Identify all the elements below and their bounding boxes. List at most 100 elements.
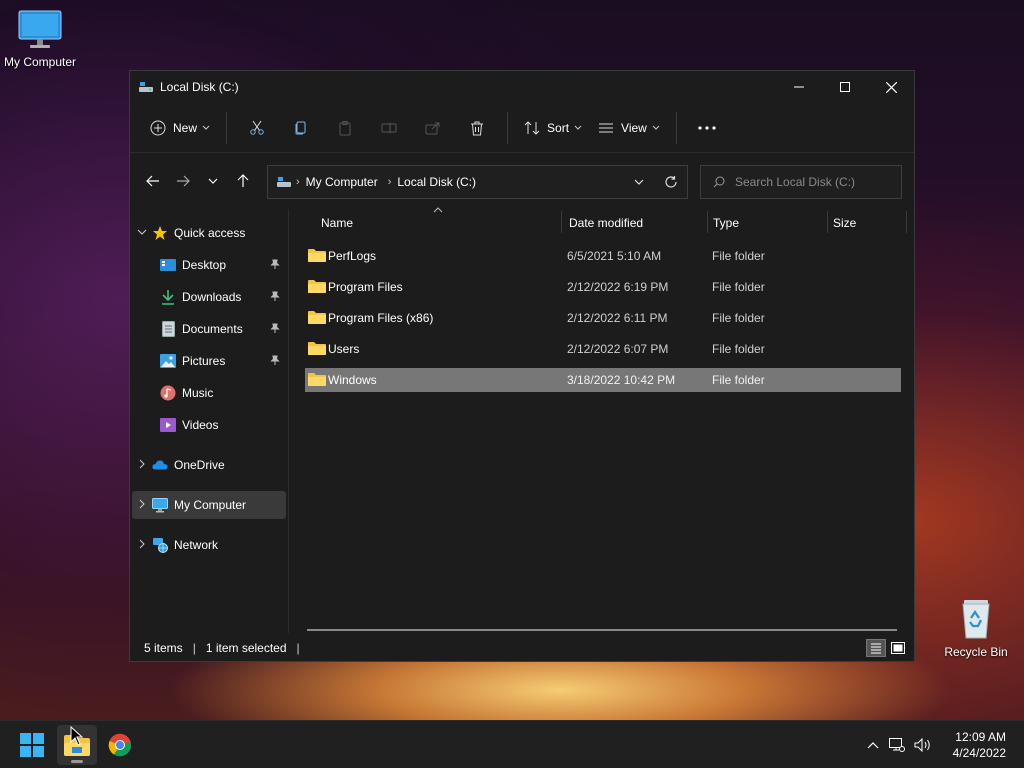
table-row[interactable]: Users 2/12/2022 6:07 PM File folder [305,337,901,361]
breadcrumb-separator: › [296,176,300,188]
volume-button[interactable] [910,738,936,752]
column-divider[interactable] [827,211,828,233]
column-divider[interactable] [906,211,907,233]
share-icon [425,122,440,134]
windows-logo-icon [20,733,44,757]
desktop-recycle-bin[interactable]: Recycle Bin [936,596,1016,659]
window-title: Local Disk (C:) [160,80,239,94]
column-divider[interactable] [561,211,562,233]
arrow-up-icon [237,174,249,187]
refresh-button[interactable] [655,166,687,198]
address-bar[interactable]: › My Computer › Local Disk (C:) [267,165,688,199]
pin-icon[interactable] [270,323,280,333]
column-header-type[interactable]: Type [713,216,739,230]
address-dropdown-button[interactable] [623,166,655,198]
table-row[interactable]: Program Files (x86) 2/12/2022 6:11 PM Fi… [305,306,901,330]
maximize-icon [840,82,850,92]
folder-icon [308,249,326,262]
desktop-my-computer[interactable]: My Computer [0,10,80,69]
status-separator: | [192,641,196,655]
back-button[interactable] [138,166,168,196]
title-bar[interactable]: Local Disk (C:) [130,71,914,103]
selection-count: 1 item selected [205,641,287,655]
network-status-button[interactable] [884,738,910,752]
breadcrumb-local-disk[interactable]: Local Disk (C:) [397,175,476,189]
view-button[interactable]: View [590,112,668,144]
folder-icon [308,373,326,386]
expand-chevron-icon[interactable] [132,539,152,552]
taskbar-chrome[interactable] [100,725,140,765]
sidebar-item-music[interactable]: Music [132,379,286,407]
column-header-date[interactable]: Date modified [569,216,643,230]
sidebar-item-quick-access[interactable]: Quick access [132,219,286,247]
search-box[interactable] [700,165,902,199]
column-header-name[interactable]: Name [321,216,353,230]
sidebar-item-downloads[interactable]: Downloads [132,283,286,311]
sort-button[interactable]: Sort [516,112,590,144]
file-name: PerfLogs [328,249,377,263]
table-row[interactable]: PerfLogs 6/5/2021 5:10 AM File folder [305,244,901,268]
large-icons-view-button[interactable] [888,639,908,657]
file-date: 2/12/2022 6:07 PM [567,342,669,356]
sidebar-item-onedrive[interactable]: OneDrive [132,451,286,479]
clock[interactable]: 12:09 AM 4/24/2022 [953,729,1006,761]
cut-button[interactable] [241,112,273,144]
command-bar: New Sort View [130,103,914,153]
up-button[interactable] [228,166,258,196]
forward-button[interactable] [168,166,198,196]
recycle-bin-icon [962,600,990,639]
column-divider[interactable] [707,211,708,233]
pin-icon[interactable] [270,259,280,269]
recent-locations-button[interactable] [198,166,228,196]
sidebar-item-documents[interactable]: Documents [132,315,286,343]
start-button[interactable] [12,725,52,765]
copy-button[interactable] [285,112,317,144]
item-count: 5 items [144,641,183,655]
search-icon [713,176,725,188]
column-header-size[interactable]: Size [833,216,856,230]
status-separator: | [296,641,300,655]
sidebar-item-label: OneDrive [174,458,225,472]
system-tray [862,721,936,768]
drive-icon [139,82,153,92]
drive-icon [277,177,291,187]
more-options-button[interactable] [691,112,723,144]
pin-icon[interactable] [270,355,280,365]
maximize-button[interactable] [822,71,868,103]
paste-button[interactable] [329,112,361,144]
table-row[interactable]: Program Files 2/12/2022 6:19 PM File fol… [305,275,901,299]
toolbar-separator [226,111,228,144]
sidebar-item-pictures[interactable]: Pictures [132,347,286,375]
sidebar-item-label: Pictures [182,354,226,368]
file-type: File folder [712,249,765,263]
mouse-cursor-icon [70,726,84,746]
show-hidden-icons-button[interactable] [862,741,884,749]
network-wired-icon [889,738,905,752]
sidebar-item-network[interactable]: Network [132,531,286,559]
delete-button[interactable] [461,112,493,144]
file-type: File folder [712,311,765,325]
pin-icon[interactable] [270,291,280,301]
breadcrumb-my-computer[interactable]: My Computer [306,175,378,189]
cloud-icon [152,457,168,473]
file-name: Program Files (x86) [328,311,434,325]
minimize-button[interactable] [776,71,822,103]
search-input[interactable] [735,175,895,189]
rename-button[interactable] [373,112,405,144]
sidebar-item-videos[interactable]: Videos [132,411,286,439]
share-button[interactable] [417,112,449,144]
expand-chevron-icon[interactable] [132,459,152,472]
sidebar-item-my-computer[interactable]: My Computer [132,491,286,519]
horizontal-scrollbar[interactable] [307,629,897,631]
navigation-pane: Quick access Desktop Downloads Documents… [130,209,288,633]
expand-chevron-icon[interactable] [132,228,152,239]
close-button[interactable] [868,71,914,103]
new-button[interactable]: New [142,112,218,144]
expand-chevron-icon[interactable] [132,499,152,512]
speaker-icon [914,738,930,752]
table-row-selected[interactable]: Windows 3/18/2022 10:42 PM File folder [305,368,901,392]
sidebar-item-desktop[interactable]: Desktop [132,251,286,279]
status-bar: 5 items | 1 item selected | [130,635,914,661]
details-view-button[interactable] [866,639,886,657]
toolbar-separator [507,111,509,144]
